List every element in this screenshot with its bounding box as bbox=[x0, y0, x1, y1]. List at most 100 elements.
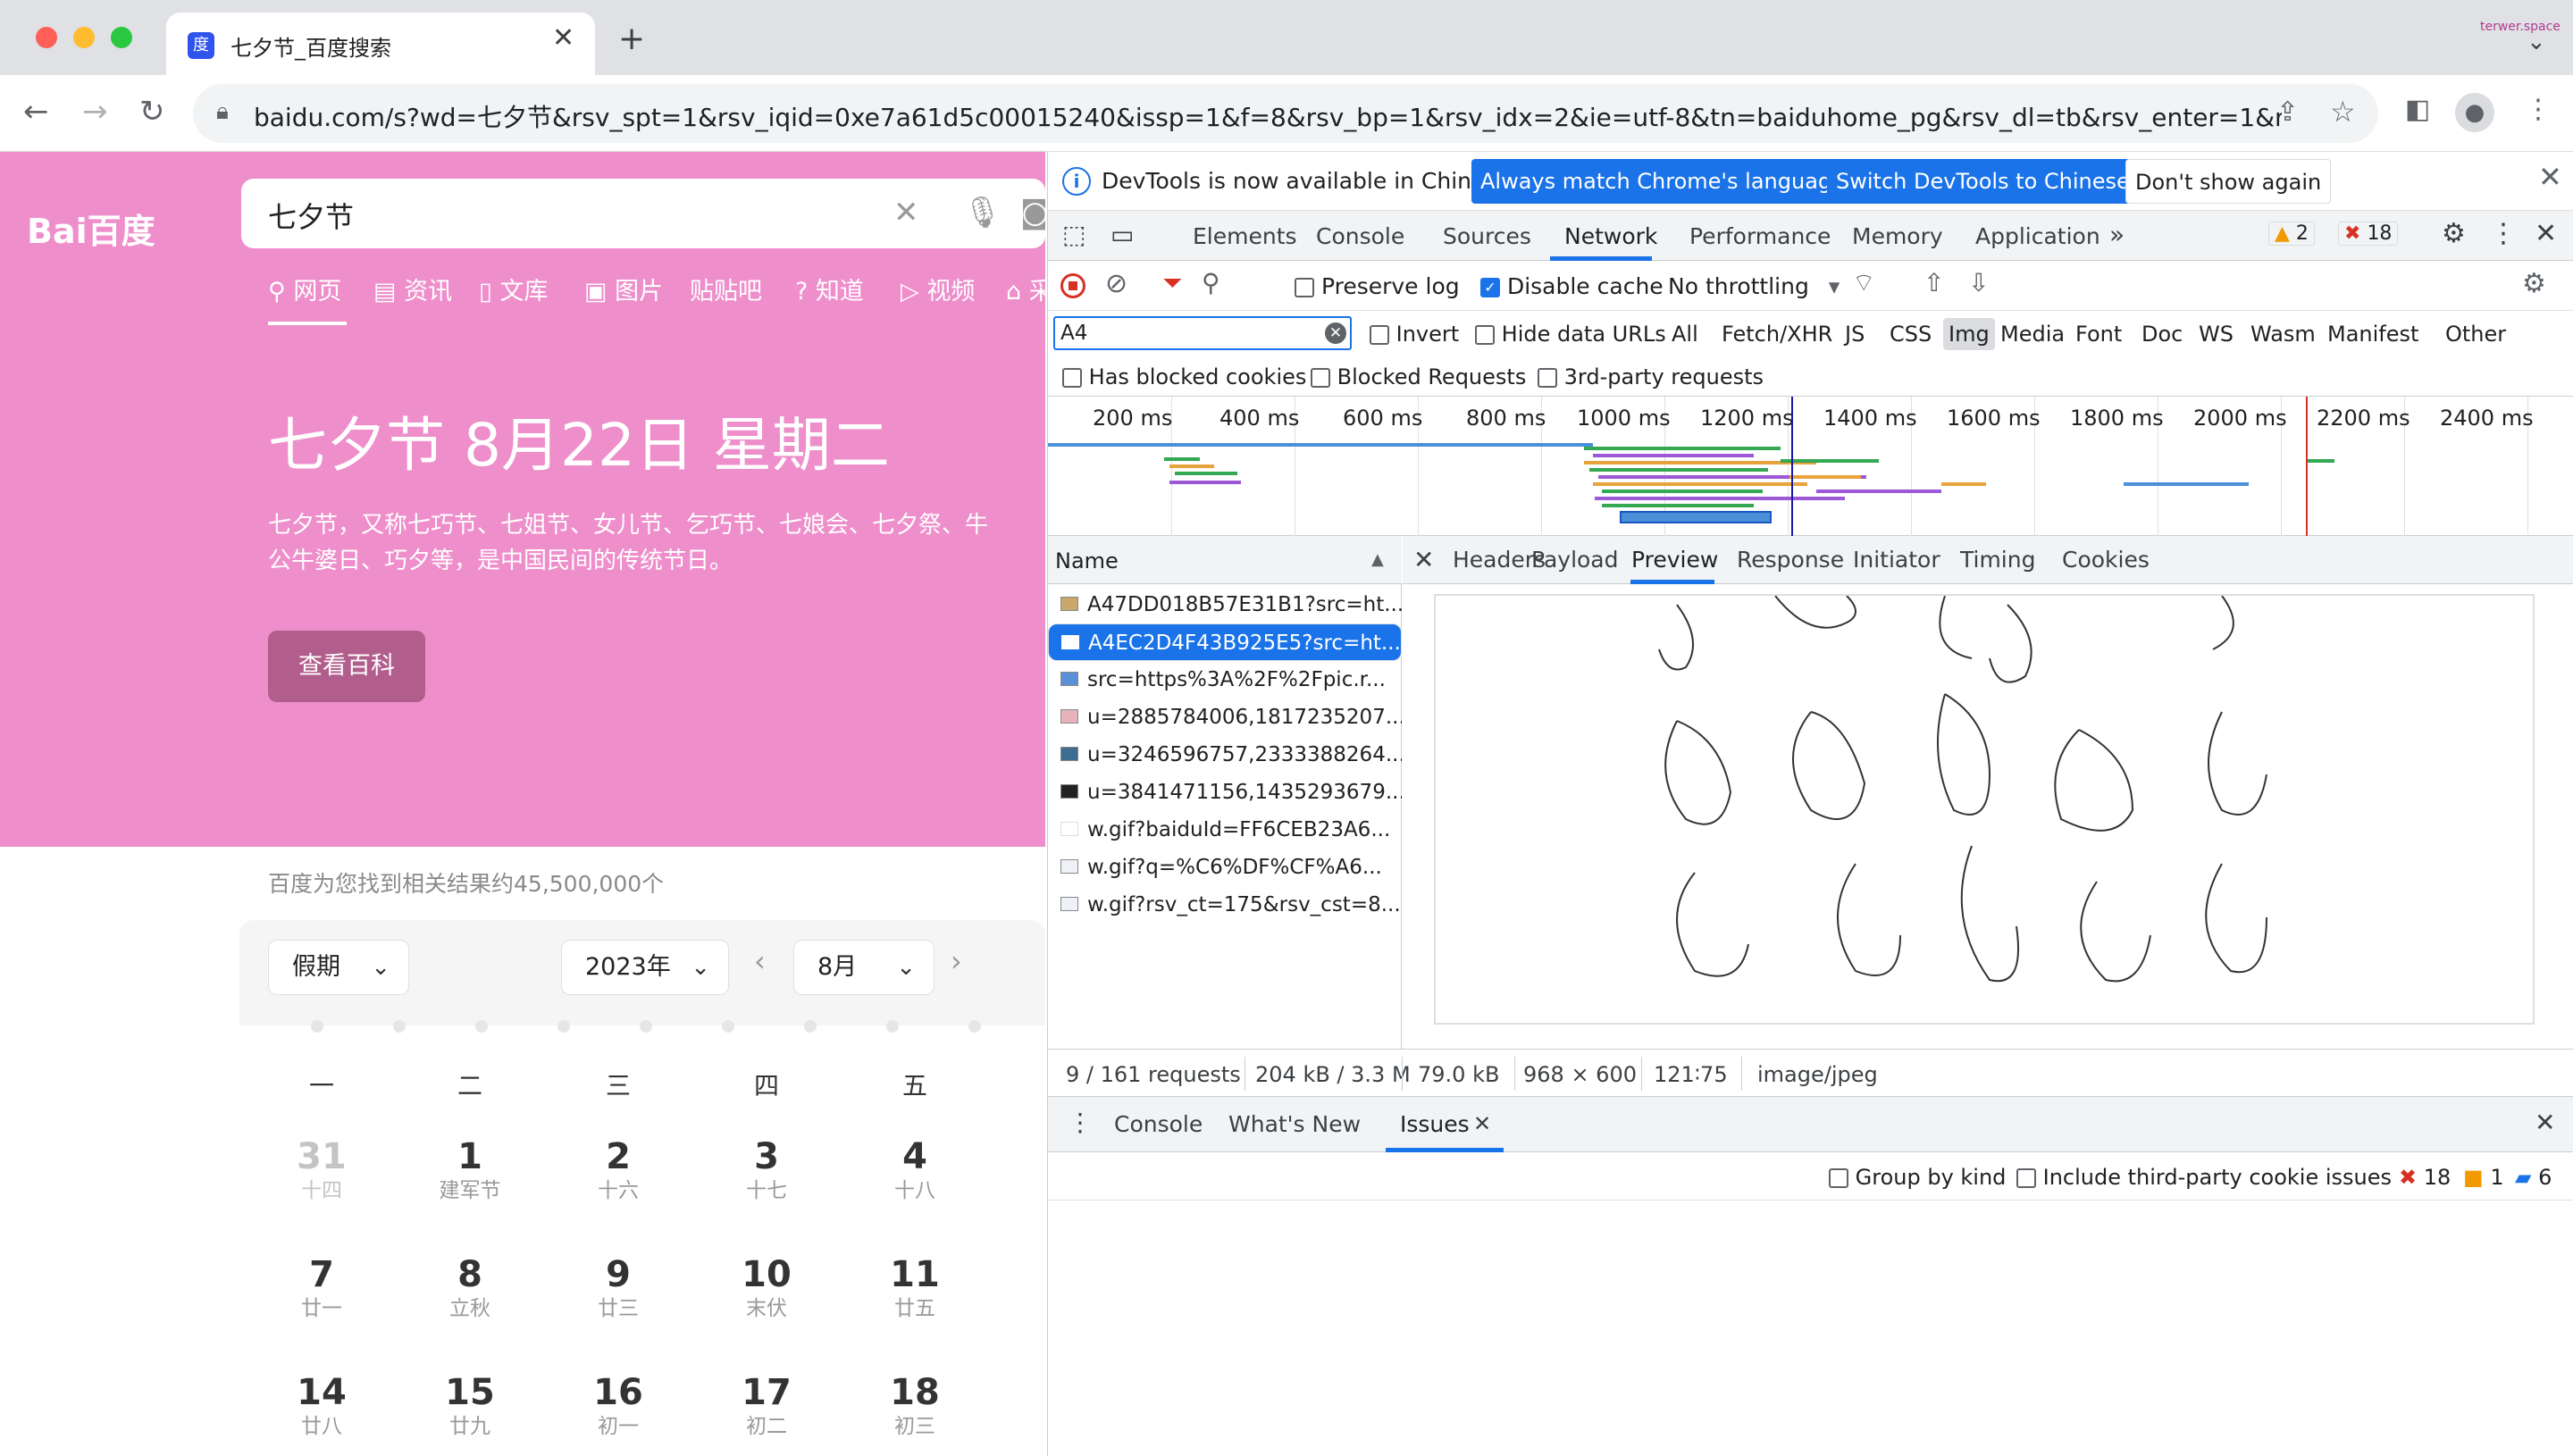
tab-console[interactable]: Console bbox=[1316, 223, 1404, 249]
include-third-party-checkbox[interactable]: Include third-party cookie issues bbox=[2016, 1165, 2392, 1190]
type-filter-ws[interactable]: WS bbox=[2199, 322, 2234, 347]
drawer-tab-console[interactable]: Console bbox=[1114, 1111, 1203, 1137]
request-row[interactable]: u=2885784006,1817235207... bbox=[1048, 699, 1402, 736]
tab-initiator[interactable]: Initiator bbox=[1853, 547, 1940, 573]
calendar-day[interactable]: 9 廿三 bbox=[574, 1254, 663, 1322]
has-blocked-cookies-checkbox[interactable]: Has blocked cookies bbox=[1062, 364, 1306, 389]
tab-sources[interactable]: Sources bbox=[1443, 223, 1531, 249]
issue-warning-count[interactable]: ■ 1 bbox=[2463, 1165, 2504, 1190]
checkbox-box[interactable] bbox=[1311, 368, 1330, 388]
dont-show-again-button[interactable]: Don't show again bbox=[2125, 159, 2332, 204]
request-row[interactable]: u=3246596757,2333388264... bbox=[1048, 736, 1402, 774]
tab-elements[interactable]: Elements bbox=[1193, 223, 1297, 249]
filter-icon[interactable]: ⏷ bbox=[1162, 268, 1182, 298]
checkbox-box[interactable] bbox=[1538, 368, 1557, 388]
close-issues-tab-icon[interactable]: ✕ bbox=[1473, 1111, 1491, 1136]
close-detail-icon[interactable]: ✕ bbox=[1413, 545, 1434, 574]
throttling-select[interactable]: No throttling ▾ bbox=[1668, 273, 1840, 299]
checkbox-checked[interactable]: ✓ bbox=[1480, 278, 1500, 297]
share-icon[interactable]: ⇪ bbox=[2276, 96, 2299, 128]
issue-error-count[interactable]: ✖ 18 bbox=[2399, 1165, 2451, 1190]
tab-response[interactable]: Response bbox=[1737, 547, 1844, 573]
infobar-close-icon[interactable]: ✕ bbox=[2538, 163, 2562, 191]
disable-cache-checkbox[interactable]: ✓ Disable cache bbox=[1480, 273, 1664, 299]
clear-filter-icon[interactable]: ✕ bbox=[1325, 322, 1346, 344]
reload-icon[interactable]: ↻ bbox=[139, 96, 165, 127]
back-icon[interactable]: ← bbox=[23, 96, 49, 127]
nav-zhidao[interactable]: ? 知道 bbox=[795, 272, 864, 306]
checkbox-box[interactable] bbox=[1062, 368, 1082, 388]
request-row[interactable]: w.gif?rsv_ct=175&rsv_cst=8... bbox=[1048, 886, 1402, 924]
calendar-day[interactable]: 1 建军节 bbox=[425, 1136, 515, 1204]
type-filter-all[interactable]: All bbox=[1672, 322, 1698, 347]
group-by-kind-checkbox[interactable]: Group by kind bbox=[1829, 1165, 2006, 1190]
nav-wenku[interactable]: ▯ 文库 bbox=[479, 272, 548, 306]
errors-badge[interactable]: ✖ 18 bbox=[2338, 222, 2399, 246]
type-filter-wasm[interactable]: Wasm bbox=[2250, 322, 2316, 347]
checkbox-box[interactable] bbox=[1829, 1168, 1848, 1188]
network-overview-timeline[interactable]: 200 ms 400 ms 600 ms 800 ms 1000 ms 1200… bbox=[1048, 397, 2573, 536]
browser-tab[interactable]: 度 七夕节_百度搜索 ✕ bbox=[166, 13, 595, 75]
tab-preview[interactable]: Preview bbox=[1631, 547, 1718, 573]
month-select[interactable]: 8月 ⌄ bbox=[793, 940, 934, 995]
filter-input[interactable]: A4 ✕ bbox=[1053, 316, 1352, 350]
blocked-requests-checkbox[interactable]: Blocked Requests bbox=[1311, 364, 1526, 389]
drawer-tab-whats-new[interactable]: What's New bbox=[1228, 1111, 1361, 1137]
forward-icon[interactable]: → bbox=[82, 96, 108, 127]
more-tabs-icon[interactable]: » bbox=[2109, 220, 2125, 249]
side-panel-icon[interactable]: ◧ bbox=[2405, 96, 2430, 123]
calendar-day[interactable]: 11 廿五 bbox=[870, 1254, 960, 1322]
type-filter-css[interactable]: CSS bbox=[1890, 322, 1932, 347]
drawer-close-icon[interactable]: ✕ bbox=[2535, 1108, 2555, 1137]
request-row[interactable]: A47DD018B57E31B1?src=ht... bbox=[1048, 586, 1402, 623]
calendar-day[interactable]: 17 初二 bbox=[722, 1372, 811, 1440]
calendar-day[interactable]: 15 廿九 bbox=[425, 1372, 515, 1440]
checkbox-box[interactable] bbox=[1370, 325, 1389, 345]
omnibox[interactable]: 🔒︎ baidu.com/s?wd=七夕节&rsv_spt=1&rsv_iqid… bbox=[193, 84, 2378, 143]
network-settings-icon[interactable]: ⚙ bbox=[2522, 268, 2546, 299]
type-filter-manifest[interactable]: Manifest bbox=[2327, 322, 2418, 347]
browser-menu-icon[interactable]: ⋮ bbox=[2525, 96, 2552, 123]
tab-search-chevron-icon[interactable]: ⌄ bbox=[2527, 30, 2546, 54]
name-column-header[interactable]: Name ▲ bbox=[1048, 536, 1402, 584]
device-toolbar-icon[interactable]: ▭ bbox=[1110, 220, 1134, 249]
tab-performance[interactable]: Performance bbox=[1689, 223, 1831, 249]
third-party-checkbox[interactable]: 3rd-party requests bbox=[1538, 364, 1764, 389]
profile-avatar-icon[interactable]: ● bbox=[2455, 93, 2494, 132]
request-row[interactable]: u=3841471156,1435293679... bbox=[1048, 774, 1402, 811]
inspect-element-icon[interactable]: ⬚ bbox=[1062, 220, 1085, 249]
type-filter-js[interactable]: JS bbox=[1845, 322, 1865, 347]
calendar-day[interactable]: 14 廿八 bbox=[277, 1372, 366, 1440]
drawer-tab-issues[interactable]: Issues bbox=[1400, 1111, 1470, 1137]
search-icon[interactable]: ⚲ bbox=[1202, 268, 1220, 297]
record-stop-icon[interactable] bbox=[1060, 273, 1085, 298]
image-search-icon[interactable]: ◙ bbox=[1020, 195, 1045, 230]
nav-web[interactable]: ⚲ 网页 bbox=[268, 272, 341, 306]
clear-search-icon[interactable]: ✕ bbox=[893, 195, 919, 230]
nav-tieba[interactable]: 贴贴吧 bbox=[690, 272, 762, 306]
calendar-day[interactable]: 2 十六 bbox=[574, 1136, 663, 1204]
type-filter-other[interactable]: Other bbox=[2445, 322, 2506, 347]
type-filter-media[interactable]: Media bbox=[2000, 322, 2065, 347]
calendar-day[interactable]: 8 立秋 bbox=[425, 1254, 515, 1322]
import-har-icon[interactable]: ⇧ bbox=[1923, 268, 1944, 297]
calendar-day[interactable]: 10 末伏 bbox=[722, 1254, 811, 1322]
voice-search-icon[interactable]: 🎙︎ bbox=[963, 195, 1002, 230]
new-tab-icon[interactable]: + bbox=[618, 23, 645, 55]
settings-gear-icon[interactable]: ⚙ bbox=[2442, 218, 2466, 249]
type-filter-img[interactable]: Img bbox=[1943, 318, 1995, 350]
hide-data-urls-checkbox[interactable]: Hide data URLs bbox=[1475, 322, 1666, 347]
tab-network[interactable]: Network bbox=[1564, 223, 1657, 249]
nav-images[interactable]: ▣ 图片 bbox=[584, 272, 663, 306]
request-row[interactable]: w.gif?baiduId=FF6CEB23A6... bbox=[1048, 811, 1402, 849]
holiday-select[interactable]: 假期 ⌄ bbox=[268, 940, 409, 995]
invert-checkbox[interactable]: Invert bbox=[1370, 322, 1459, 347]
tab-timing[interactable]: Timing bbox=[1960, 547, 2035, 573]
network-conditions-icon[interactable]: ⌔ bbox=[1852, 268, 1875, 299]
tab-memory[interactable]: Memory bbox=[1852, 223, 1943, 249]
type-filter-fetch[interactable]: Fetch/XHR bbox=[1722, 322, 1832, 347]
checkbox-box[interactable] bbox=[1475, 325, 1495, 345]
calendar-day[interactable]: 31 十四 bbox=[277, 1136, 366, 1204]
search-input[interactable]: 七夕节 bbox=[268, 195, 354, 236]
request-row[interactable]: src=https%3A%2F%2Fpic.r... bbox=[1048, 661, 1402, 699]
